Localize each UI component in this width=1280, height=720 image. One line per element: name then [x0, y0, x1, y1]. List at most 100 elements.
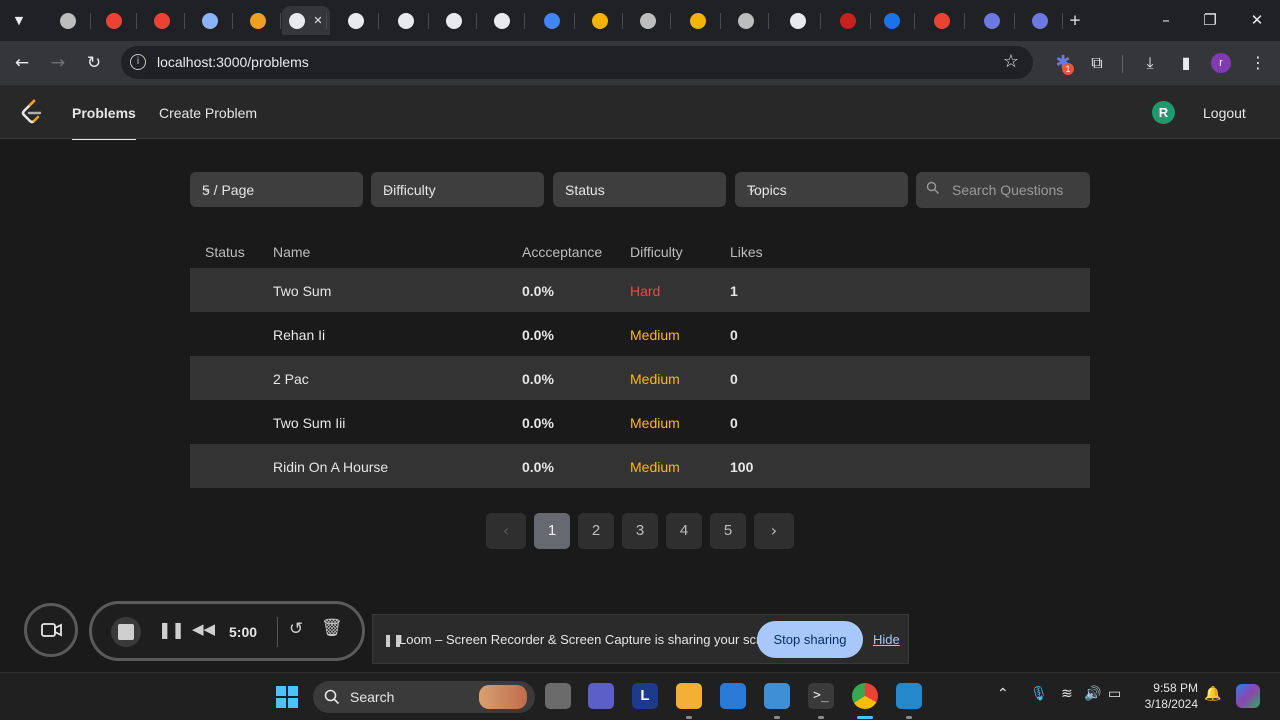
browser-tab[interactable] — [1018, 6, 1062, 35]
browser-tab[interactable] — [776, 6, 820, 35]
browser-tab[interactable] — [970, 6, 1014, 35]
table-row[interactable]: Ridin On A Hourse 0.0% Medium 100 — [190, 444, 1090, 488]
pagination-page-button[interactable]: 1 — [534, 513, 570, 549]
file-explorer-icon[interactable] — [676, 683, 702, 709]
chrome-icon[interactable] — [852, 683, 878, 709]
microphone-icon[interactable]: 🎙 — [1030, 686, 1048, 702]
new-tab-button[interactable]: + — [1063, 9, 1087, 31]
close-window-button[interactable]: ✕ — [1245, 9, 1269, 31]
browser-tab[interactable] — [188, 6, 232, 35]
taskbar-search[interactable]: Search — [313, 681, 535, 713]
download-icon[interactable]: ⤓ — [1138, 51, 1162, 75]
teams-icon[interactable] — [588, 683, 614, 709]
terminal-icon[interactable]: >_ — [808, 683, 834, 709]
browser-tab[interactable] — [334, 6, 378, 35]
bookmark-star-icon[interactable]: ☆ — [1003, 51, 1019, 72]
problem-name[interactable]: Two Sum Iii — [273, 415, 345, 431]
table-row[interactable]: Two Sum 0.0% Hard 1 — [190, 268, 1090, 312]
nav-create-problem-link[interactable]: Create Problem — [159, 105, 257, 121]
github-tab-icon — [494, 12, 510, 29]
search-box[interactable] — [916, 172, 1090, 208]
address-bar[interactable]: i localhost:3000/problems ☆ — [121, 46, 1033, 79]
vscode-icon[interactable] — [896, 683, 922, 709]
browser-tab[interactable] — [432, 6, 476, 35]
pagination-next-button[interactable]: › — [754, 513, 794, 549]
google-tab-icon — [544, 12, 560, 29]
volume-icon[interactable]: 🔊 — [1084, 686, 1101, 702]
task-view-icon[interactable] — [545, 683, 571, 709]
browser-tab[interactable] — [920, 6, 964, 35]
problem-name[interactable]: Rehan Ii — [273, 327, 325, 343]
browser-tab-active[interactable]: ✕ — [282, 6, 330, 35]
topics-select[interactable]: Topics ⌄ — [735, 172, 908, 207]
stop-recording-button[interactable] — [111, 617, 141, 647]
problem-name[interactable]: Two Sum — [273, 283, 331, 299]
mail-icon[interactable] — [720, 683, 746, 709]
copilot-icon[interactable] — [1236, 684, 1260, 708]
notepad-icon[interactable] — [764, 683, 790, 709]
battery-icon[interactable]: ▭ — [1108, 686, 1121, 702]
leetcode-logo-icon[interactable] — [20, 99, 44, 125]
forward-button[interactable]: → — [46, 51, 70, 75]
table-row[interactable]: Two Sum Iii 0.0% Medium 0 — [190, 400, 1090, 444]
loom-camera-button[interactable] — [24, 603, 78, 657]
pagination-page-button[interactable]: 2 — [578, 513, 614, 549]
status-select[interactable]: Status ⌄ — [553, 172, 726, 207]
nav-problems-link[interactable]: Problems — [72, 105, 136, 141]
page-size-select[interactable]: 5 / Page ⌄ — [190, 172, 363, 207]
back-button[interactable]: ← — [10, 51, 34, 75]
browser-tab[interactable] — [870, 6, 914, 35]
pause-icon[interactable]: ❚❚ — [158, 620, 185, 639]
difficulty-select[interactable]: Difficulty ⌄ — [371, 172, 544, 207]
problem-name[interactable]: Ridin On A Hourse — [273, 459, 388, 475]
extensions-puzzle-icon[interactable]: ⧉ — [1085, 51, 1109, 75]
browser-tab[interactable] — [92, 6, 136, 35]
extension-icon[interactable]: ✱ 1 — [1051, 51, 1075, 75]
reload-button[interactable]: ↻ — [82, 51, 106, 75]
browser-tab[interactable] — [676, 6, 720, 35]
browser-tab[interactable] — [236, 6, 280, 35]
pagination-page-button[interactable]: 3 — [622, 513, 658, 549]
url-text[interactable]: localhost:3000/problems — [157, 54, 309, 70]
search-input[interactable] — [952, 172, 1086, 208]
table-row[interactable]: 2 Pac 0.0% Medium 0 — [190, 356, 1090, 400]
tab-separator — [574, 13, 575, 29]
restore-button[interactable]: ❐ — [1198, 9, 1222, 31]
problem-name[interactable]: 2 Pac — [273, 371, 309, 387]
profile-avatar[interactable]: r — [1211, 53, 1231, 73]
avatar[interactable]: R — [1152, 101, 1175, 124]
browser-tab[interactable] — [530, 6, 574, 35]
browser-tab[interactable] — [384, 6, 428, 35]
chevron-up-icon[interactable]: ⌃ — [997, 686, 1009, 702]
browser-tab[interactable] — [46, 6, 90, 35]
minimize-button[interactable]: – — [1154, 9, 1178, 31]
logout-button[interactable]: Logout — [1203, 105, 1246, 121]
notification-bell-icon[interactable]: 🔔 — [1204, 686, 1221, 702]
browser-tab[interactable] — [480, 6, 524, 35]
windows-start-icon[interactable] — [275, 685, 299, 709]
trash-icon[interactable]: 🗑 — [321, 618, 343, 638]
browser-tab[interactable] — [724, 6, 768, 35]
close-tab-icon[interactable]: ✕ — [313, 14, 322, 27]
browser-menu-icon[interactable]: ⋮ — [1246, 51, 1270, 75]
side-panel-icon[interactable]: ▮ — [1174, 51, 1198, 75]
vscode-indicator — [906, 716, 912, 719]
table-row[interactable]: Rehan Ii 0.0% Medium 0 — [190, 312, 1090, 356]
pagination-page-button[interactable]: 4 — [666, 513, 702, 549]
hide-link[interactable]: Hide — [873, 632, 900, 647]
tab-search-dropdown[interactable]: ▼ — [4, 6, 34, 35]
browser-tab[interactable] — [140, 6, 184, 35]
wifi-icon[interactable]: ≋ — [1061, 686, 1073, 702]
browser-tab[interactable] — [626, 6, 670, 35]
browser-tab[interactable] — [826, 6, 870, 35]
site-info-icon[interactable]: i — [130, 54, 146, 70]
stop-sharing-button[interactable]: Stop sharing — [757, 621, 863, 658]
rewind-icon[interactable]: ◀◀ — [192, 620, 215, 638]
taskbar-clock[interactable]: 9:58 PM 3/18/2024 — [1134, 680, 1198, 712]
pagination-page-button[interactable]: 5 — [710, 513, 746, 549]
restart-icon[interactable]: ↺ — [289, 619, 303, 639]
browser-tab[interactable] — [578, 6, 622, 35]
extension-tab-icon — [202, 12, 218, 29]
pagination-prev-button[interactable]: ‹ — [486, 513, 526, 549]
l-app-icon[interactable]: L — [632, 683, 658, 709]
